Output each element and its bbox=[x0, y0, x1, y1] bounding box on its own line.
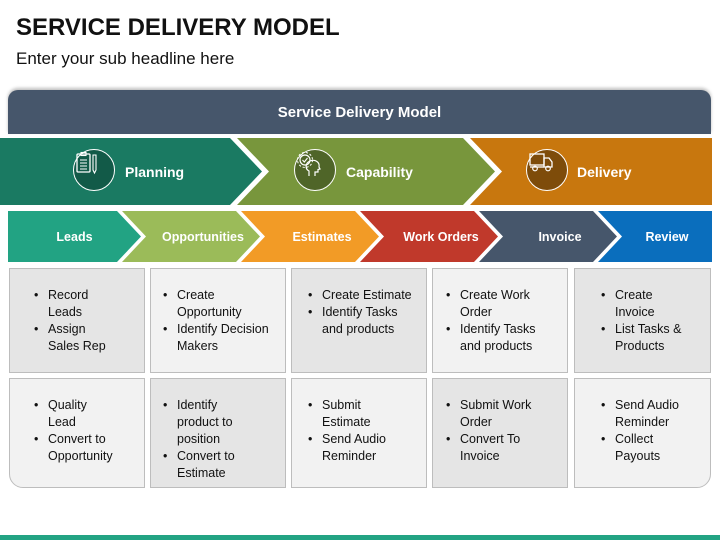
detail-cell-opportunities-bottom: Identify product to position Convert to … bbox=[150, 378, 286, 488]
detail-item: Identify Tasks and products bbox=[308, 304, 417, 338]
footer-accent-bar bbox=[0, 535, 720, 540]
detail-cell-work-orders-bottom: Submit Work Order Convert To Invoice bbox=[432, 378, 568, 488]
detail-cell-invoice-top: Create Invoice List Tasks & Products bbox=[574, 268, 711, 373]
detail-item: Create Estimate bbox=[308, 287, 434, 304]
detail-item: Quality Lead bbox=[34, 397, 108, 431]
detail-item: Identify product to position bbox=[163, 397, 252, 448]
detail-list: Record Leads Assign Sales Rep bbox=[34, 287, 144, 355]
page-subtitle: Enter your sub headline here bbox=[16, 49, 235, 68]
stage-icon-planning bbox=[73, 149, 115, 191]
detail-item: Identify Decision Makers bbox=[163, 321, 289, 355]
detail-item: Assign Sales Rep bbox=[34, 321, 108, 355]
detail-cell-work-orders-top: Create Work Order Identify Tasks and pro… bbox=[432, 268, 568, 373]
detail-list: Create Invoice List Tasks & Products bbox=[601, 287, 710, 355]
detail-item: Identify Tasks and products bbox=[446, 321, 555, 355]
step-label-work-orders: Work Orders bbox=[403, 229, 479, 244]
step-label-opportunities: Opportunities bbox=[162, 229, 244, 244]
detail-item: List Tasks & Products bbox=[601, 321, 685, 355]
detail-grid: Record Leads Assign Sales Rep Create Opp… bbox=[9, 268, 711, 488]
detail-item: Create Work Order bbox=[446, 287, 555, 321]
step-label-invoice: Invoice bbox=[538, 229, 582, 244]
delivery-truck-icon bbox=[529, 153, 553, 172]
detail-item: Convert to Estimate bbox=[163, 448, 252, 482]
stage-chevron-row: Planning Capability Delivery bbox=[0, 138, 720, 205]
detail-item: Send Audio Reminder bbox=[601, 397, 695, 431]
step-label-review: Review bbox=[645, 229, 689, 244]
detail-item: Convert to Opportunity bbox=[34, 431, 138, 465]
detail-cell-leads-bottom: Quality Lead Convert to Opportunity bbox=[9, 378, 145, 488]
stage-label-delivery: Delivery bbox=[577, 163, 632, 180]
detail-item: Convert To Invoice bbox=[446, 431, 538, 465]
banner-label: Service Delivery Model bbox=[277, 103, 442, 121]
stage-label-capability: Capability bbox=[346, 163, 413, 180]
detail-list: Send Audio Reminder Collect Payouts bbox=[601, 397, 710, 465]
clipboard-pencil-icon bbox=[76, 151, 97, 175]
detail-list: Create Work Order Identify Tasks and pro… bbox=[446, 287, 567, 355]
detail-item: Record Leads bbox=[34, 287, 108, 321]
gear-head-icon bbox=[297, 152, 321, 176]
detail-cell-estimates-bottom: Submit Estimate Send Audio Reminder bbox=[291, 378, 427, 488]
detail-list: Submit Estimate Send Audio Reminder bbox=[308, 397, 426, 465]
detail-item: Create Invoice bbox=[601, 287, 679, 321]
detail-list: Create Estimate Identify Tasks and produ… bbox=[308, 287, 426, 338]
detail-list: Quality Lead Convert to Opportunity bbox=[34, 397, 144, 465]
detail-item: Collect Payouts bbox=[601, 431, 675, 465]
detail-list: Identify product to position Convert to … bbox=[163, 397, 285, 482]
detail-list: Submit Work Order Convert To Invoice bbox=[446, 397, 567, 465]
stage-icon-delivery bbox=[526, 149, 568, 191]
detail-cell-leads-top: Record Leads Assign Sales Rep bbox=[9, 268, 145, 373]
detail-cell-estimates-top: Create Estimate Identify Tasks and produ… bbox=[291, 268, 427, 373]
model-banner: Service Delivery Model bbox=[8, 90, 711, 134]
detail-item: Submit Work Order bbox=[446, 397, 555, 431]
step-chevron-row: Leads Opportunities Estimates Work Order… bbox=[0, 211, 720, 262]
detail-item: Submit Estimate bbox=[308, 397, 382, 431]
detail-list: Create Opportunity Identify Decision Mak… bbox=[163, 287, 285, 355]
page-title: SERVICE DELIVERY MODEL bbox=[16, 14, 340, 41]
detail-cell-opportunities-top: Create Opportunity Identify Decision Mak… bbox=[150, 268, 286, 373]
step-label-leads: Leads bbox=[56, 229, 93, 244]
stage-label-planning: Planning bbox=[125, 163, 185, 180]
stage-icon-capability bbox=[294, 149, 336, 191]
step-label-estimates: Estimates bbox=[292, 229, 352, 244]
detail-cell-invoice-bottom: Send Audio Reminder Collect Payouts bbox=[574, 378, 711, 488]
detail-item: Send Audio Reminder bbox=[308, 431, 397, 465]
detail-item: Create Opportunity bbox=[163, 287, 257, 321]
